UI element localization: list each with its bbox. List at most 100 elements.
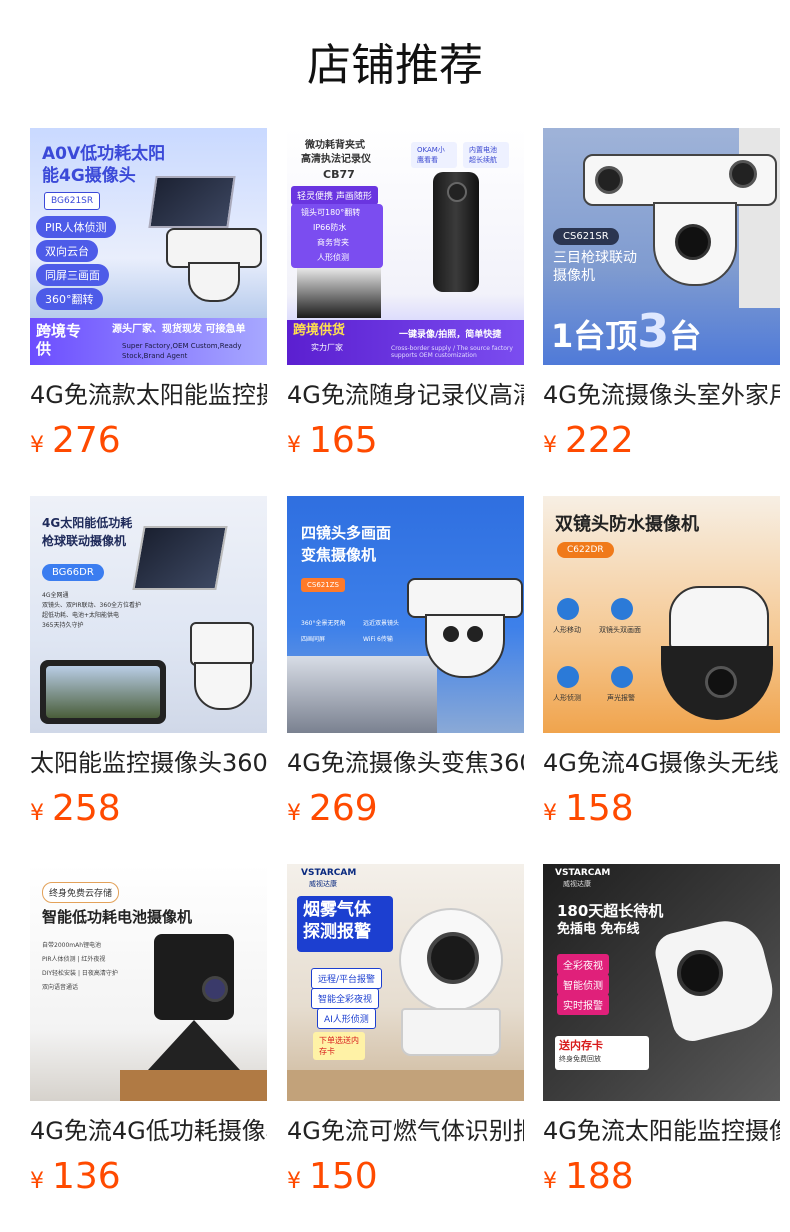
table-surface bbox=[287, 1070, 524, 1101]
model-badge: BG66DR bbox=[42, 564, 104, 581]
feature-item: 远近双景镜头 bbox=[363, 620, 400, 627]
camera-graphic bbox=[194, 662, 252, 710]
product-image[interactable]: 微功耗背夹式 高清执法记录仪 CB77 轻灵便携 声画随形 镜头可180°翻转 … bbox=[287, 128, 524, 365]
product-card[interactable]: 终身免费云存储 智能低功耗电池摄像机 自带2000mAh锂电池 PIR人体侦测 … bbox=[30, 864, 267, 1201]
page-title: 店铺推荐 bbox=[307, 40, 483, 91]
price-value: 276 bbox=[52, 420, 121, 461]
product-card[interactable]: VSTARCAM 威视达康 烟雾气体 探测报警 远程/平台报警 智能全彩夜视 A… bbox=[287, 864, 524, 1201]
price-value: 269 bbox=[309, 788, 378, 829]
feature-item: PIR人体侦测 | 红外夜视 bbox=[42, 956, 106, 963]
product-name[interactable]: 4G免流摄像头室外家用监控 bbox=[543, 375, 780, 415]
camera-base bbox=[401, 1008, 501, 1056]
split-screen-icon bbox=[611, 598, 633, 620]
image-headline: 双镜头防水摄像机 bbox=[555, 514, 699, 535]
product-name[interactable]: 4G免流随身记录仪高清执法 bbox=[287, 375, 524, 415]
person-icon bbox=[557, 598, 579, 620]
building-graphic bbox=[287, 656, 437, 733]
feature-tag: 双向云台 bbox=[36, 240, 98, 262]
camera-graphic bbox=[188, 262, 240, 302]
image-headline: 免插电 免布线 bbox=[557, 922, 640, 937]
feature-item: 镜头可180°翻转 bbox=[301, 208, 361, 217]
product-name[interactable]: 太阳能监控摄像头360度 bbox=[30, 743, 267, 783]
image-headline: 枪球联动摄像机 bbox=[42, 534, 127, 548]
feature-item: 商务背夹 bbox=[317, 238, 349, 247]
alarm-icon bbox=[611, 666, 633, 688]
banner-text: 一键录像/拍照，简单快捷 bbox=[399, 330, 502, 340]
image-headline: 摄像机 bbox=[553, 268, 595, 284]
feature-item: 超低功耗、电池+太阳能供电 bbox=[42, 612, 120, 619]
feature-tag: 智能全彩夜视 bbox=[311, 988, 380, 1009]
feature-banner: 轻灵便携 声画随形 bbox=[291, 186, 378, 205]
banner-label: 跨境专供 bbox=[36, 322, 82, 358]
camera-graphic bbox=[669, 586, 769, 650]
product-name[interactable]: 4G免流太阳能监控摄像头 bbox=[543, 1111, 780, 1151]
image-headline: 微功耗背夹式 bbox=[305, 140, 365, 151]
product-image[interactable]: CS621SR 三目枪球联动 摄像机 1台顶3台 bbox=[543, 128, 780, 365]
product-price: ¥276 bbox=[30, 417, 267, 465]
slogan: 1台顶3台 bbox=[551, 304, 701, 358]
cloud-storage-badge: 终身免费云存储 bbox=[42, 882, 120, 903]
feature-tag: 同屏三画面 bbox=[36, 264, 109, 286]
price-value: 258 bbox=[52, 788, 121, 829]
banner-sublabel: 实力厂家 bbox=[311, 343, 343, 352]
product-price: ¥136 bbox=[30, 1153, 267, 1201]
product-card[interactable]: 四镜头多画面 变焦摄像机 CS621ZS 360°全景无死角 远近双景镜头 四画… bbox=[287, 496, 524, 833]
camera-graphic bbox=[154, 934, 234, 1020]
image-headline: 四镜头多画面 bbox=[301, 524, 392, 542]
product-name[interactable]: 4G免流可燃气体识别报警 bbox=[287, 1111, 524, 1151]
feature-tag: PIR人体侦测 bbox=[36, 216, 116, 238]
camera-graphic bbox=[407, 578, 523, 618]
lens-icon bbox=[595, 166, 623, 194]
product-name[interactable]: 4G免流4G低功耗摄像机 bbox=[30, 1111, 267, 1151]
product-image[interactable]: VSTARCAM 威视达康 烟雾气体 探测报警 远程/平台报警 智能全彩夜视 A… bbox=[287, 864, 524, 1101]
product-image[interactable]: VSTARCAM 威视达康 180天超长待机 免插电 免布线 全彩夜视 智能侦测… bbox=[543, 864, 780, 1101]
shelf-graphic bbox=[120, 1070, 267, 1101]
product-image[interactable]: 4G太阳能低功耗 枪球联动摄像机 BG66DR 4G全网通 双镜头、双PIR联动… bbox=[30, 496, 267, 733]
slogan-text: 1台顶 bbox=[551, 317, 638, 355]
feature-tag: 实时报警 bbox=[557, 994, 609, 1015]
lens-icon bbox=[675, 224, 711, 260]
banner-subtext: Cross-border supply / The source factory… bbox=[391, 345, 513, 360]
product-name[interactable]: 4G免流款太阳能监控摄像头 bbox=[30, 375, 267, 415]
camera-stand bbox=[148, 1020, 240, 1070]
price-value: 222 bbox=[565, 420, 634, 461]
product-image[interactable]: 双镜头防水摄像机 C622DR 人形移动 双镜头双画面 人形侦测 声光报警 bbox=[543, 496, 780, 733]
product-image[interactable]: 终身免费云存储 智能低功耗电池摄像机 自带2000mAh锂电池 PIR人体侦测 … bbox=[30, 864, 267, 1101]
product-card[interactable]: 双镜头防水摄像机 C622DR 人形移动 双镜头双画面 人形侦测 声光报警 4G… bbox=[543, 496, 780, 833]
slogan-text: 台 bbox=[669, 317, 702, 355]
product-price: ¥158 bbox=[543, 785, 780, 833]
image-headline: 烟雾气体 bbox=[303, 900, 371, 920]
app-badge: OKAM小鹰看看 bbox=[411, 142, 457, 168]
product-price: ¥222 bbox=[543, 417, 780, 465]
product-card[interactable]: 微功耗背夹式 高清执法记录仪 CB77 轻灵便携 声画随形 镜头可180°翻转 … bbox=[287, 128, 524, 465]
product-card[interactable]: 4G太阳能低功耗 枪球联动摄像机 BG66DR 4G全网通 双镜头、双PIR联动… bbox=[30, 496, 267, 833]
feature-item: 人形侦测 bbox=[317, 253, 349, 262]
solar-panel bbox=[148, 176, 236, 228]
walking-icon bbox=[557, 666, 579, 688]
feature-item: DIY轻松安装 | 日夜高清守护 bbox=[42, 970, 118, 977]
brand-name: 威视达康 bbox=[309, 880, 337, 888]
product-name[interactable]: 4G免流4G摄像头无线监控 bbox=[543, 743, 780, 783]
person-photo bbox=[297, 268, 381, 318]
product-card[interactable]: A0V低功耗太阳 能4G摄像头 BG621SR PIR人体侦测 双向云台 同屏三… bbox=[30, 128, 267, 465]
currency-symbol: ¥ bbox=[543, 801, 557, 826]
model-badge: CS621ZS bbox=[301, 578, 345, 592]
product-price: ¥165 bbox=[287, 417, 524, 465]
brand-name: 威视达康 bbox=[563, 880, 591, 888]
product-price: ¥269 bbox=[287, 785, 524, 833]
brand-logo: VSTARCAM bbox=[555, 868, 611, 878]
memory-card-badge: 送内存卡 bbox=[559, 1039, 603, 1052]
battery-badge: 内置电池超长续航 bbox=[463, 142, 509, 168]
feature-item: 人形侦测 bbox=[553, 694, 581, 702]
image-headline: 能4G摄像头 bbox=[42, 166, 136, 186]
product-card[interactable]: VSTARCAM 威视达康 180天超长待机 免插电 免布线 全彩夜视 智能侦测… bbox=[543, 864, 780, 1201]
product-name[interactable]: 4G免流摄像头变焦360度 bbox=[287, 743, 524, 783]
product-price: ¥150 bbox=[287, 1153, 524, 1201]
product-image[interactable]: A0V低功耗太阳 能4G摄像头 BG621SR PIR人体侦测 双向云台 同屏三… bbox=[30, 128, 267, 365]
price-value: 136 bbox=[52, 1156, 121, 1197]
product-image[interactable]: 四镜头多画面 变焦摄像机 CS621ZS 360°全景无死角 远近双景镜头 四画… bbox=[287, 496, 524, 733]
feature-item: 自带2000mAh锂电池 bbox=[42, 942, 102, 949]
feature-item: 人形移动 bbox=[553, 626, 581, 634]
model-label: CB77 bbox=[323, 168, 355, 181]
product-card[interactable]: CS621SR 三目枪球联动 摄像机 1台顶3台 4G免流摄像头室外家用监控 ¥… bbox=[543, 128, 780, 465]
